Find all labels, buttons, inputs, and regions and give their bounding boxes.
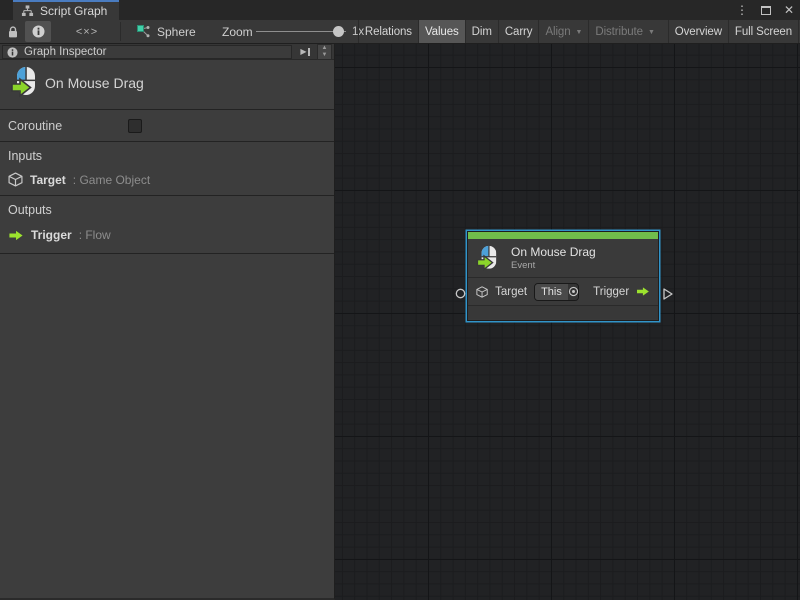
flow-arrow-icon xyxy=(636,286,650,297)
unity-script-graph-window: Script Graph ⋮ ✕ <×> xyxy=(0,0,800,600)
coroutine-label: Coroutine xyxy=(8,119,62,133)
close-icon[interactable]: ✕ xyxy=(784,0,794,20)
maximize-icon[interactable] xyxy=(761,6,771,15)
code-icon: <×> xyxy=(76,26,98,38)
info-icon xyxy=(7,47,18,58)
info-button[interactable] xyxy=(25,21,51,42)
mouse-drag-icon xyxy=(475,245,502,272)
window-controls: ⋮ ✕ xyxy=(736,0,794,20)
inputs-section: Inputs Target : Game Object xyxy=(0,143,334,196)
mouse-drag-icon xyxy=(9,66,42,99)
values-button[interactable]: Values xyxy=(418,20,465,43)
output-type: : Flow xyxy=(79,228,111,242)
graph-node-icon xyxy=(137,25,150,38)
graph-inspector-panel: Graph Inspector ▶ ▲ ▼ On Mouse Drag Coro… xyxy=(0,44,335,600)
toolbar-buttons: Relations Values Dim Carry Align▼ Distri… xyxy=(358,20,799,43)
inputs-heading: Inputs xyxy=(8,149,42,163)
dock-icon: ▶ xyxy=(300,45,306,59)
graph-canvas[interactable]: On Mouse Drag Event Target This xyxy=(335,44,800,600)
relations-button[interactable]: Relations xyxy=(358,20,418,43)
unit-title: On Mouse Drag xyxy=(45,75,144,91)
chevron-down-icon: ▼ xyxy=(576,29,583,36)
object-picker-icon[interactable] xyxy=(568,284,579,300)
input-type: : Game Object xyxy=(73,173,150,187)
target-port-label: Target xyxy=(495,286,527,298)
output-row-trigger: Trigger : Flow xyxy=(8,228,111,242)
full-screen-button[interactable]: Full Screen xyxy=(728,20,799,43)
carry-button[interactable]: Carry xyxy=(498,20,539,43)
node-footer xyxy=(468,306,658,319)
tab-script-graph[interactable]: Script Graph xyxy=(13,0,119,20)
flow-arrow-icon xyxy=(8,230,24,241)
distribute-button[interactable]: Distribute▼ xyxy=(588,20,660,43)
zoom-slider[interactable] xyxy=(256,20,346,43)
selected-unit-header: On Mouse Drag xyxy=(0,60,334,110)
lock-icon xyxy=(7,25,19,39)
output-port-triangle[interactable] xyxy=(662,287,674,301)
cube-icon xyxy=(476,285,488,299)
graph-hierarchy-icon xyxy=(21,5,34,17)
tab-bar: Script Graph ⋮ ✕ xyxy=(0,0,800,20)
trigger-port-label: Trigger xyxy=(593,286,629,298)
dock-panel-button[interactable]: ▶ xyxy=(296,45,314,59)
chevron-down-icon[interactable]: ▼ xyxy=(322,52,328,59)
chevron-down-icon: ▼ xyxy=(648,29,655,36)
inspector-title-box: Graph Inspector xyxy=(2,45,292,59)
overview-button[interactable]: Overview xyxy=(668,20,728,43)
input-port-circle[interactable] xyxy=(455,288,466,299)
inspector-title: Graph Inspector xyxy=(24,46,106,58)
target-value: This xyxy=(535,284,568,300)
outputs-heading: Outputs xyxy=(8,203,52,217)
event-header-bar xyxy=(468,232,658,239)
on-mouse-drag-node[interactable]: On Mouse Drag Event Target This xyxy=(467,231,659,321)
graph-owner-selector[interactable]: Sphere xyxy=(137,20,196,43)
info-icon xyxy=(32,25,45,38)
input-row-target: Target : Game Object xyxy=(8,172,150,187)
tab-label: Script Graph xyxy=(40,4,107,18)
panel-spinner[interactable]: ▲ ▼ xyxy=(317,44,332,60)
zoom-label: Zoom xyxy=(222,20,253,43)
toolbar-separator xyxy=(120,22,121,41)
chevron-up-icon[interactable]: ▲ xyxy=(322,45,328,52)
graph-owner-label: Sphere xyxy=(157,25,196,39)
outputs-section: Outputs Trigger : Flow xyxy=(0,197,334,254)
node-ports-row: Target This Trigger xyxy=(468,278,658,306)
node-subtitle: Event xyxy=(511,260,596,271)
graph-toolbar: <×> Sphere Zoom 1x Relations Values Dim … xyxy=(0,20,800,44)
cube-icon xyxy=(8,172,23,187)
inspector-header: Graph Inspector ▶ ▲ ▼ xyxy=(0,44,334,60)
output-name: Trigger xyxy=(31,228,72,242)
coroutine-row: Coroutine xyxy=(0,111,334,142)
input-name: Target xyxy=(30,173,66,187)
menu-icon[interactable]: ⋮ xyxy=(736,0,748,20)
lock-button[interactable] xyxy=(2,20,24,43)
code-view-button[interactable]: <×> xyxy=(70,20,104,43)
align-button[interactable]: Align▼ xyxy=(538,20,588,43)
dim-button[interactable]: Dim xyxy=(465,20,498,43)
node-title: On Mouse Drag xyxy=(511,245,596,259)
zoom-slider-handle[interactable] xyxy=(333,26,344,37)
target-value-chip[interactable]: This xyxy=(534,283,579,301)
coroutine-checkbox[interactable] xyxy=(128,119,142,133)
node-header[interactable]: On Mouse Drag Event xyxy=(468,239,658,278)
